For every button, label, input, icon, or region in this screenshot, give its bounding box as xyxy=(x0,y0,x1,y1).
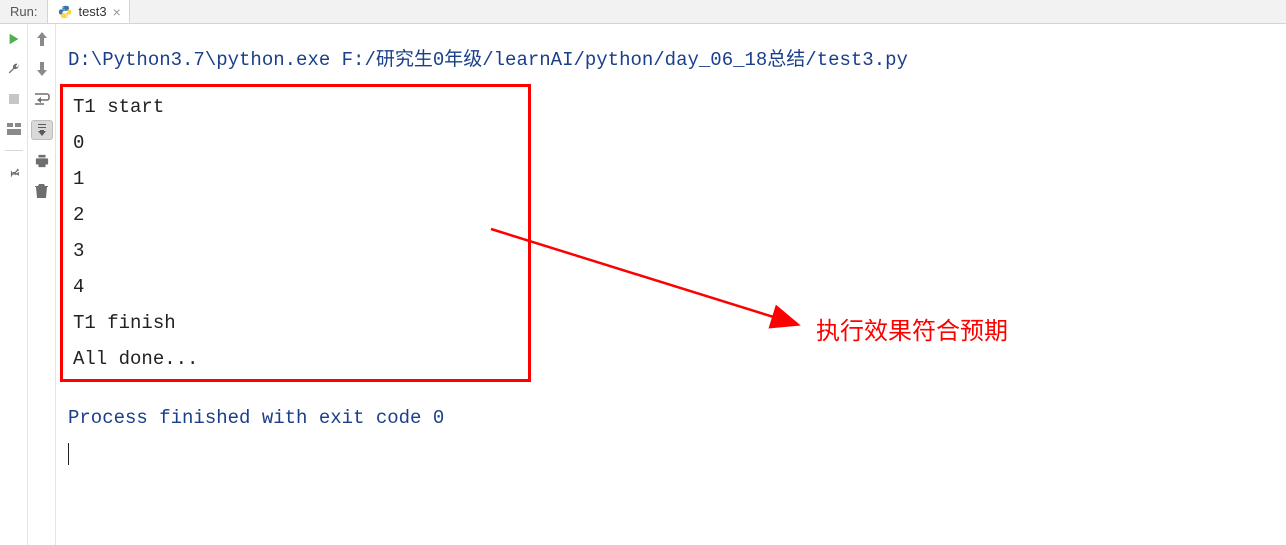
output-line: 3 xyxy=(73,233,198,269)
arrow-down-icon[interactable] xyxy=(33,60,51,78)
play-icon[interactable] xyxy=(5,30,23,48)
output-line: 0 xyxy=(73,125,198,161)
trash-icon[interactable] xyxy=(33,182,51,200)
print-icon[interactable] xyxy=(33,152,51,170)
arrow-up-icon[interactable] xyxy=(33,30,51,48)
cursor-line xyxy=(68,436,1286,472)
output-line: 2 xyxy=(73,197,198,233)
tab-test3[interactable]: test3 × xyxy=(48,0,129,23)
output-highlight-box: T1 start 0 1 2 3 4 T1 finish All done... xyxy=(60,84,531,382)
close-icon[interactable]: × xyxy=(113,5,121,19)
scroll-to-end-button[interactable] xyxy=(31,120,53,140)
output-line: T1 finish xyxy=(73,305,198,341)
run-label: Run: xyxy=(0,0,48,23)
output-line: T1 start xyxy=(73,89,198,125)
annotation-arrow xyxy=(486,224,816,344)
text-caret xyxy=(68,443,69,465)
console-toolbar xyxy=(28,24,56,545)
layout-icon[interactable] xyxy=(5,120,23,138)
output-line: All done... xyxy=(73,341,198,377)
command-line: D:\Python3.7\python.exe F:/研究生0年级/learnA… xyxy=(68,42,1286,78)
annotation-text: 执行效果符合预期 xyxy=(816,314,1008,350)
tab-label: test3 xyxy=(78,4,106,19)
output-line: 1 xyxy=(73,161,198,197)
pin-icon[interactable] xyxy=(5,163,23,181)
soft-wrap-icon[interactable] xyxy=(33,90,51,108)
left-toolbar xyxy=(0,24,28,545)
python-file-icon xyxy=(58,5,72,19)
run-tab-bar: Run: test3 × xyxy=(0,0,1286,24)
main-area: D:\Python3.7\python.exe F:/研究生0年级/learnA… xyxy=(0,24,1286,545)
console-output[interactable]: D:\Python3.7\python.exe F:/研究生0年级/learnA… xyxy=(56,24,1286,545)
separator xyxy=(5,150,23,151)
output-line: 4 xyxy=(73,269,198,305)
stop-icon[interactable] xyxy=(5,90,23,108)
wrench-icon[interactable] xyxy=(5,60,23,78)
process-exit-line: Process finished with exit code 0 xyxy=(68,400,1286,436)
